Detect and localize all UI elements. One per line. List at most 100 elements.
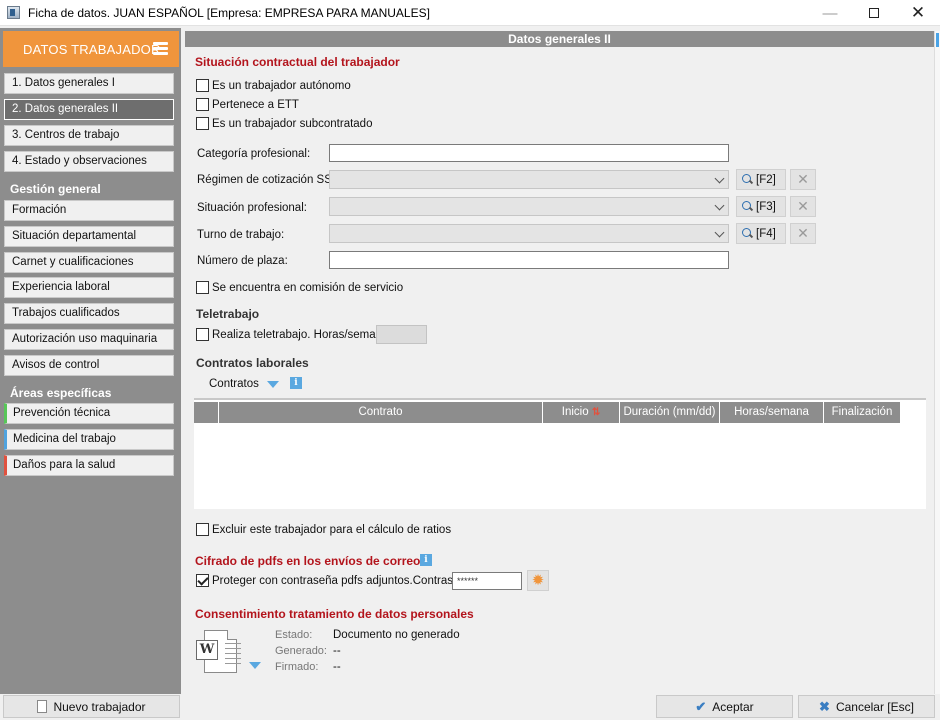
search-icon <box>742 201 753 212</box>
sidebar-item-carnet-cualificaciones[interactable]: Carnet y cualificaciones <box>4 252 174 273</box>
checkbox-teletrabajo-row[interactable]: Realiza teletrabajo. Horas/semana: <box>196 328 392 341</box>
cancel-icon: ✖ <box>819 698 830 714</box>
checkbox-autonomo-row[interactable]: Es un trabajador autónomo <box>196 79 351 92</box>
password-input[interactable]: ****** <box>452 572 522 590</box>
new-worker-button[interactable]: Nuevo trabajador <box>3 695 180 718</box>
section-contratos-laborales: Contratos laborales <box>196 356 309 370</box>
contracts-table-header: Contrato Inicio ⇅ Duración (mm/dd) Horas… <box>194 402 900 423</box>
sidebar-item-centros-trabajo[interactable]: 3. Centros de trabajo <box>4 125 174 146</box>
teletrabajo-hours-input[interactable] <box>376 325 427 344</box>
sidebar-item-estado-observaciones[interactable]: 4. Estado y observaciones <box>4 151 174 172</box>
search-icon <box>742 228 753 239</box>
column-header-finalizacion[interactable]: Finalización <box>824 402 900 423</box>
minimize-button[interactable]: — <box>808 0 852 26</box>
checkbox-subcontratado-row[interactable]: Es un trabajador subcontratado <box>196 117 372 130</box>
estado-value: Documento no generado <box>333 629 460 641</box>
checkbox-ett-row[interactable]: Pertenece a ETT <box>196 98 299 111</box>
hamburger-menu-icon[interactable] <box>153 42 168 55</box>
situacion-shortcut: [F3] <box>756 200 776 213</box>
checkbox-proteger[interactable] <box>196 574 209 587</box>
checkbox-ett-label: Pertenece a ETT <box>212 98 299 111</box>
check-icon: ✔ <box>695 698 707 714</box>
search-icon <box>742 174 753 185</box>
word-document-icon[interactable]: W <box>196 630 241 674</box>
checkbox-teletrabajo[interactable] <box>196 328 209 341</box>
checkbox-excluir-row[interactable]: Excluir este trabajador para el cálculo … <box>196 523 451 536</box>
checkbox-proteger-row[interactable]: Proteger con contraseña pdfs adjuntos.Co… <box>196 574 475 587</box>
checkbox-ett[interactable] <box>196 98 209 111</box>
regimen-select[interactable] <box>329 170 729 189</box>
bottom-bar: Nuevo trabajador ✔ Aceptar ✖ Cancelar [E… <box>0 694 940 720</box>
plaza-input[interactable] <box>329 251 729 269</box>
sidebar-item-medicina-trabajo[interactable]: Medicina del trabajo <box>4 429 174 450</box>
new-worker-label: Nuevo trabajador <box>53 699 146 714</box>
categoria-label: Categoría profesional: <box>197 148 311 160</box>
sidebar-item-avisos-control[interactable]: Avisos de control <box>4 355 174 376</box>
cancel-label: Cancelar [Esc] <box>835 699 914 714</box>
info-icon[interactable]: i <box>290 377 302 389</box>
generado-label: Generado: <box>275 645 327 657</box>
checkbox-comision[interactable] <box>196 281 209 294</box>
maximize-button[interactable] <box>852 0 896 26</box>
situacion-search-button[interactable]: [F3] <box>736 196 786 217</box>
sidebar-item-datos-generales-1[interactable]: 1. Datos generales I <box>4 73 174 94</box>
sidebar-item-danos-salud[interactable]: Daños para la salud <box>4 455 174 476</box>
info-icon[interactable]: i <box>420 554 432 566</box>
regimen-shortcut: [F2] <box>756 173 776 186</box>
checkbox-comision-label: Se encuentra en comisión de servicio <box>212 281 404 294</box>
column-header-duracion[interactable]: Duración (mm/dd) <box>620 402 720 423</box>
accept-button[interactable]: ✔ Aceptar <box>656 695 793 718</box>
column-header-inicio[interactable]: Inicio ⇅ <box>543 402 620 423</box>
firmado-value: -- <box>333 661 341 673</box>
categoria-input[interactable] <box>329 144 729 162</box>
contracts-table[interactable]: Contrato Inicio ⇅ Duración (mm/dd) Horas… <box>194 398 926 509</box>
section-cifrado-pdfs: Cifrado de pdfs en los envíos de correo <box>195 554 421 568</box>
chevron-down-icon[interactable] <box>249 662 261 669</box>
checkbox-autonomo-label: Es un trabajador autónomo <box>212 79 351 92</box>
gear-icon[interactable]: ✹ <box>527 570 549 591</box>
close-button[interactable]: ✕ <box>896 0 940 26</box>
sort-icon: ⇅ <box>591 407 601 418</box>
checkbox-excluir-label: Excluir este trabajador para el cálculo … <box>212 523 452 536</box>
main-panel: Datos generales II Situación contractual… <box>185 31 934 694</box>
title-bar: Ficha de datos. JUAN ESPAÑOL [Empresa: E… <box>0 0 940 26</box>
new-document-icon <box>37 700 48 713</box>
scrollbar-thumb[interactable] <box>936 33 939 47</box>
chevron-down-icon <box>714 200 725 211</box>
column-header-contrato[interactable]: Contrato <box>219 402 543 423</box>
contratos-dropdown[interactable]: Contratos <box>209 378 279 390</box>
scrollbar[interactable] <box>934 31 940 694</box>
window-title: Ficha de datos. JUAN ESPAÑOL [Empresa: E… <box>28 5 430 20</box>
regimen-label: Régimen de cotización SS: <box>197 174 336 186</box>
regimen-search-button[interactable]: [F2] <box>736 169 786 190</box>
accept-label: Aceptar <box>712 699 754 714</box>
sidebar-item-situacion-departamental[interactable]: Situación departamental <box>4 226 174 247</box>
chevron-down-icon <box>714 227 725 238</box>
situacion-clear-button[interactable]: ✕ <box>790 196 816 217</box>
regimen-clear-button[interactable]: ✕ <box>790 169 816 190</box>
sidebar-item-formacion[interactable]: Formación <box>4 200 174 221</box>
sidebar-item-experiencia-laboral[interactable]: Experiencia laboral <box>4 277 174 298</box>
turno-clear-button[interactable]: ✕ <box>790 223 816 244</box>
estado-label: Estado: <box>275 629 313 641</box>
column-header-select[interactable] <box>194 402 219 423</box>
checkbox-autonomo[interactable] <box>196 79 209 92</box>
column-header-horas[interactable]: Horas/semana <box>720 402 824 423</box>
situacion-select[interactable] <box>329 197 729 216</box>
sidebar-section-areas-especificas: Áreas específicas <box>10 386 112 400</box>
section-consentimiento: Consentimiento tratamiento de datos pers… <box>195 607 474 621</box>
sidebar-item-datos-generales-2[interactable]: 2. Datos generales II <box>4 99 174 120</box>
sidebar-item-autorizacion-maquinaria[interactable]: Autorización uso maquinaria <box>4 329 174 350</box>
checkbox-subcontratado[interactable] <box>196 117 209 130</box>
checkbox-comision-row[interactable]: Se encuentra en comisión de servicio <box>196 281 403 294</box>
sidebar: DATOS TRABAJADOR 1. Datos generales I 2.… <box>0 28 181 694</box>
sidebar-item-trabajos-cualificados[interactable]: Trabajos cualificados <box>4 303 174 324</box>
checkbox-excluir[interactable] <box>196 523 209 536</box>
checkbox-subcontratado-label: Es un trabajador subcontratado <box>212 117 373 130</box>
checkbox-teletrabajo-label: Realiza teletrabajo. Horas/semana: <box>212 328 392 341</box>
chevron-down-icon <box>266 380 279 388</box>
turno-search-button[interactable]: [F4] <box>736 223 786 244</box>
cancel-button[interactable]: ✖ Cancelar [Esc] <box>798 695 935 718</box>
sidebar-item-prevencion-tecnica[interactable]: Prevención técnica <box>4 403 174 424</box>
turno-select[interactable] <box>329 224 729 243</box>
